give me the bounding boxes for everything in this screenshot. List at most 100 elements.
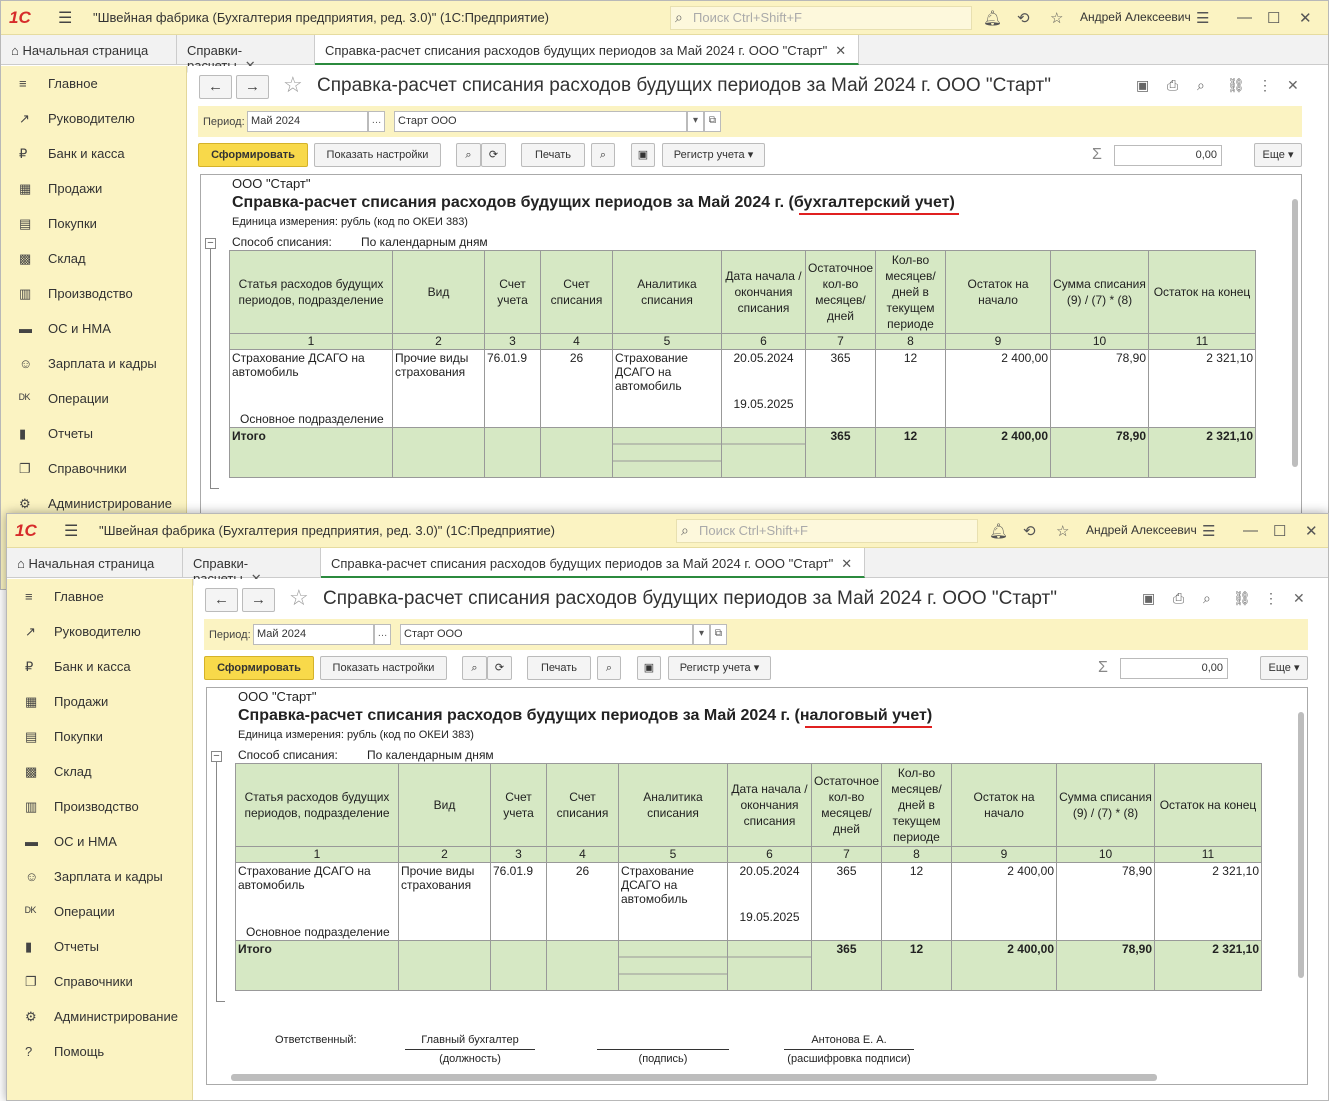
more-vert-icon[interactable]: ⋮ [1258, 77, 1272, 94]
save-icon[interactable]: ▣ [1136, 77, 1149, 94]
menu-icon[interactable]: ☰ [58, 8, 72, 28]
sidebar-item[interactable]: ↗ Руководителю [1, 101, 186, 136]
register-button[interactable]: Регистр учета ▾ [668, 656, 771, 680]
sidebar-item[interactable]: ₽ Банк и касса [1, 136, 186, 171]
sidebar-item[interactable]: ▮ Отчеты [7, 929, 192, 964]
sidebar-item[interactable]: ▬ ОС и НМА [1, 311, 186, 346]
vertical-scrollbar[interactable] [1298, 712, 1304, 978]
sidebar-item[interactable]: ❐ Справочники [7, 964, 192, 999]
history-icon[interactable]: ⟲ [1023, 522, 1036, 540]
tab-report[interactable]: Справка-расчет списания расходов будущих… [315, 35, 859, 65]
horizontal-scrollbar[interactable] [231, 1074, 1157, 1081]
sidebar-item[interactable]: ▥ Производство [7, 789, 192, 824]
find-icon[interactable]: ⌕ [462, 656, 487, 680]
minimize-icon[interactable]: — [1237, 9, 1252, 26]
back-button[interactable]: ← [205, 588, 238, 612]
tab-refs[interactable]: Справки-расчеты✕ [177, 35, 315, 73]
sidebar-item[interactable]: ⚙ Администрирование [7, 999, 192, 1034]
org-dropdown-icon[interactable]: ▾ [693, 624, 710, 645]
org-field[interactable]: Старт ООО [400, 624, 693, 645]
forward-button[interactable]: → [242, 588, 275, 612]
search-input[interactable]: ⌕ Поиск Ctrl+Shift+F [676, 519, 978, 543]
settings-menu-icon[interactable]: ☰ [1196, 9, 1209, 27]
print-icon[interactable]: ⎙ [1167, 77, 1178, 94]
save-button-icon[interactable]: ▣ [631, 143, 655, 167]
search-input[interactable]: ⌕ Поиск Ctrl+Shift+F [670, 6, 972, 30]
favorite-icon[interactable]: ☆ [289, 585, 309, 611]
sidebar-item[interactable]: ᴰᴷ Операции [7, 894, 192, 929]
sidebar-item[interactable]: ☺ Зарплата и кадры [7, 859, 192, 894]
period-select-button[interactable]: … [368, 111, 385, 132]
preview-icon[interactable]: ⌕ [1203, 590, 1211, 607]
find-replace-icon[interactable]: ⟳ [487, 656, 512, 680]
link-icon[interactable]: ⛓ [1233, 590, 1251, 607]
tab-report[interactable]: Справка-расчет списания расходов будущих… [321, 548, 865, 578]
preview-button-icon[interactable]: ⌕ [591, 143, 615, 167]
save-icon[interactable]: ▣ [1142, 590, 1155, 607]
org-open-icon[interactable]: ⧉ [710, 624, 727, 645]
more-button[interactable]: Еще ▾ [1254, 143, 1302, 167]
sidebar-item[interactable]: ▩ Склад [1, 241, 186, 276]
tab-refs[interactable]: Справки-расчеты✕ [183, 548, 321, 586]
sidebar-item[interactable]: ? Помощь [7, 1034, 192, 1069]
sidebar-item[interactable]: ▦ Продажи [1, 171, 186, 206]
sidebar-item[interactable]: ▮ Отчеты [1, 416, 186, 451]
org-dropdown-icon[interactable]: ▾ [687, 111, 704, 132]
preview-icon[interactable]: ⌕ [1197, 77, 1205, 94]
print-button[interactable]: Печать [527, 656, 591, 680]
sidebar-item[interactable]: ▤ Покупки [7, 719, 192, 754]
register-button[interactable]: Регистр учета ▾ [662, 143, 765, 167]
sidebar-item[interactable]: ❐ Справочники [1, 451, 186, 486]
bell-icon[interactable]: 🔔︎ [983, 9, 1002, 27]
sidebar-item[interactable]: ↗ Руководителю [7, 614, 192, 649]
close-icon[interactable]: ✕ [1305, 522, 1318, 540]
table-row[interactable]: Страхование ДСАГО на автомобиль Основное … [229, 349, 1256, 428]
close-form-icon[interactable]: ✕ [1287, 77, 1299, 94]
sidebar-item[interactable]: ☺ Зарплата и кадры [1, 346, 186, 381]
favorite-icon[interactable]: ☆ [283, 72, 303, 98]
maximize-icon[interactable]: ☐ [1273, 522, 1286, 540]
sidebar-item[interactable]: ▥ Производство [1, 276, 186, 311]
maximize-icon[interactable]: ☐ [1267, 9, 1280, 27]
sidebar-item[interactable]: ᴰᴷ Операции [1, 381, 186, 416]
more-button[interactable]: Еще ▾ [1260, 656, 1308, 680]
forward-button[interactable]: → [236, 75, 269, 99]
show-settings-button[interactable]: Показать настройки [314, 143, 441, 167]
vertical-scrollbar[interactable] [1292, 199, 1298, 467]
report-sheet[interactable]: ООО "Старт" Справка-расчет списания расх… [206, 687, 1308, 1085]
user-name[interactable]: Андрей Алексеевич [1086, 523, 1197, 537]
period-field[interactable]: Май 2024 [253, 624, 374, 645]
sidebar-item[interactable]: ≡ Главное [7, 579, 192, 614]
org-field[interactable]: Старт ООО [394, 111, 687, 132]
collapse-toggle[interactable]: − [211, 751, 222, 762]
sidebar-item[interactable]: ▬ ОС и НМА [7, 824, 192, 859]
tab-home[interactable]: ⌂ Начальная страница [7, 548, 183, 578]
menu-icon[interactable]: ☰ [64, 521, 78, 541]
collapse-toggle[interactable]: − [205, 238, 216, 249]
star-icon[interactable]: ☆ [1050, 9, 1063, 27]
print-icon[interactable]: ⎙ [1173, 590, 1184, 607]
period-field[interactable]: Май 2024 [247, 111, 368, 132]
link-icon[interactable]: ⛓ [1227, 77, 1245, 94]
star-icon[interactable]: ☆ [1056, 522, 1069, 540]
find-replace-icon[interactable]: ⟳ [481, 143, 506, 167]
sidebar-item[interactable]: ₽ Банк и касса [7, 649, 192, 684]
user-name[interactable]: Андрей Алексеевич [1080, 10, 1191, 24]
sidebar-item[interactable]: ▦ Продажи [7, 684, 192, 719]
generate-button[interactable]: Сформировать [204, 656, 314, 680]
preview-button-icon[interactable]: ⌕ [597, 656, 621, 680]
history-icon[interactable]: ⟲ [1017, 9, 1030, 27]
sidebar-item[interactable]: ≡ Главное [1, 66, 186, 101]
close-icon[interactable]: ✕ [1299, 9, 1312, 27]
show-settings-button[interactable]: Показать настройки [320, 656, 447, 680]
table-row[interactable]: Страхование ДСАГО на автомобиль Основное … [235, 862, 1262, 941]
minimize-icon[interactable]: — [1243, 522, 1258, 539]
tab-close-icon[interactable]: ✕ [841, 556, 852, 571]
bell-icon[interactable]: 🔔︎ [989, 522, 1008, 540]
more-vert-icon[interactable]: ⋮ [1264, 590, 1278, 607]
tab-close-icon[interactable]: ✕ [835, 43, 846, 58]
sidebar-item[interactable]: ▩ Склад [7, 754, 192, 789]
back-button[interactable]: ← [199, 75, 232, 99]
generate-button[interactable]: Сформировать [198, 143, 308, 167]
tab-home[interactable]: ⌂ Начальная страница [1, 35, 177, 65]
